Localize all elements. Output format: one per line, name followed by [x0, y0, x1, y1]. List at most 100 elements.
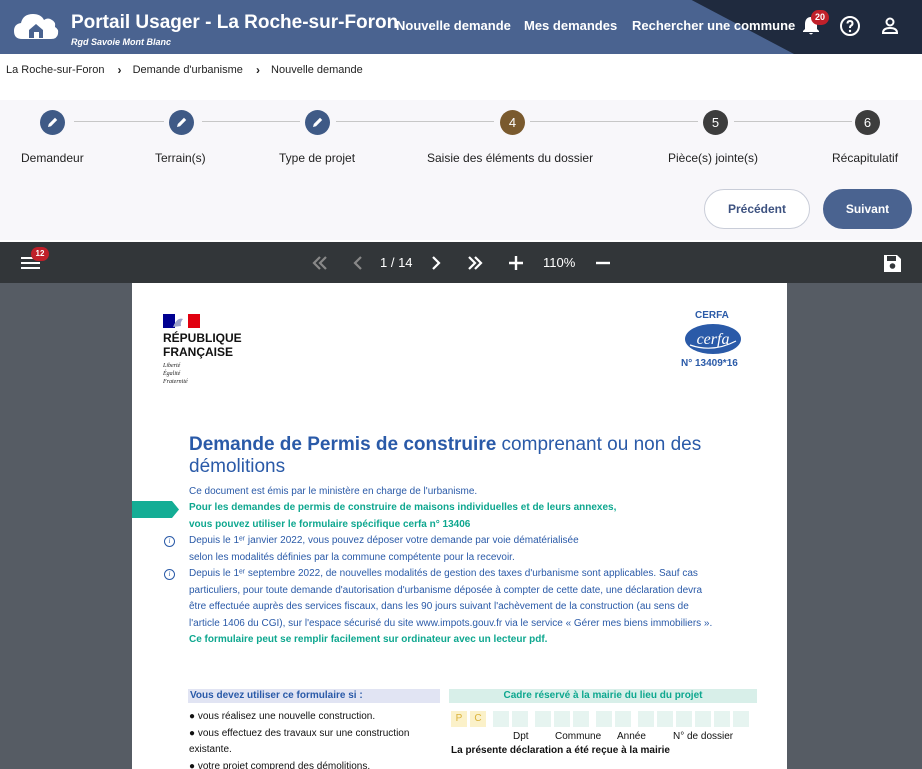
- pdf-toolbar: 12 1 / 14 110%: [0, 242, 922, 283]
- app-header: Portail Usager - La Roche-sur-Foron Rgd …: [0, 0, 922, 54]
- breadcrumb-item-commune[interactable]: La Roche-sur-Foron: [6, 64, 104, 76]
- republic-name: RÉPUBLIQUE FRANÇAISE: [163, 331, 242, 359]
- nav-rechercher-commune[interactable]: Rechercher une commune: [632, 18, 795, 33]
- usage-condition-item: ● vous effectuez des travaux sur une con…: [189, 728, 410, 739]
- step-3-circle[interactable]: [305, 110, 330, 135]
- pdf-page: RÉPUBLIQUE FRANÇAISE Liberté Égalité Fra…: [132, 283, 787, 769]
- cell-p: P: [451, 711, 467, 727]
- cell-blank[interactable]: [714, 711, 730, 727]
- cloud-home-logo-icon[interactable]: [12, 9, 60, 45]
- pencil-icon: [48, 117, 58, 127]
- notification-badge: 20: [811, 10, 829, 25]
- pencil-icon: [313, 117, 323, 127]
- document-title: Demande de Permis de construire comprena…: [189, 434, 749, 478]
- nav-nouvelle-demande[interactable]: Nouvelle demande: [396, 18, 511, 33]
- app-subtitle: Rgd Savoie Mont Blanc: [71, 37, 172, 47]
- step-label-pieces[interactable]: Pièce(s) jointe(s): [668, 151, 758, 165]
- chevron-right-icon: ›: [255, 63, 260, 77]
- step-label-demandeur[interactable]: Demandeur: [21, 151, 84, 165]
- label-annee: Année: [617, 731, 646, 742]
- breadcrumb-item-demande[interactable]: Demande d'urbanisme: [133, 64, 243, 76]
- step-1-circle[interactable]: [40, 110, 65, 135]
- cell-blank[interactable]: [512, 711, 528, 727]
- received-statement: La présente déclaration a été reçue à la…: [451, 745, 670, 756]
- document-title-bold: Demande de Permis de construire: [189, 434, 497, 455]
- cell-blank[interactable]: [554, 711, 570, 727]
- cell-blank[interactable]: [596, 711, 612, 727]
- usage-condition-item: ● vous réalisez une nouvelle constructio…: [189, 711, 376, 722]
- breadcrumb: La Roche-sur-Foron › Demande d'urbanisme…: [6, 63, 363, 77]
- next-page-icon[interactable]: [427, 252, 445, 274]
- intro-text: Ce document est émis par le ministère en…: [189, 486, 478, 497]
- info-taxes-1: Depuis le 1ᵉʳ septembre 2022, de nouvell…: [189, 568, 698, 579]
- cell-blank[interactable]: [615, 711, 631, 727]
- cell-c: C: [470, 711, 486, 727]
- breadcrumb-item-current: Nouvelle demande: [271, 64, 363, 76]
- step-label-type-projet[interactable]: Type de projet: [279, 151, 355, 165]
- arrow-marker-icon: [132, 501, 179, 518]
- step-6-circle[interactable]: 6: [855, 110, 880, 135]
- step-label-recap[interactable]: Récapitulatif: [832, 151, 898, 165]
- mairie-box-heading: Cadre réservé à la mairie du lieu du pro…: [449, 689, 757, 703]
- zoom-in-icon[interactable]: [505, 252, 527, 274]
- help-icon[interactable]: [838, 14, 862, 38]
- pencil-icon: [177, 117, 187, 127]
- label-dpt: Dpt: [513, 731, 529, 742]
- step-connector: [530, 121, 698, 122]
- nav-mes-demandes[interactable]: Mes demandes: [524, 18, 617, 33]
- step-connector: [74, 121, 164, 122]
- info-dematerialisation-2: selon les modalités définies par la comm…: [189, 552, 515, 563]
- previous-button[interactable]: Précédent: [704, 189, 810, 229]
- motto-fraternite: Fraternité: [163, 379, 188, 385]
- dossier-number-cells: P C: [449, 711, 757, 727]
- user-icon[interactable]: [878, 14, 902, 38]
- zoom-out-icon[interactable]: [592, 252, 614, 274]
- info-icon: i: [164, 569, 175, 580]
- info-dematerialisation-1: Depuis le 1ᵉʳ janvier 2022, vous pouvez …: [189, 535, 579, 546]
- notice-maisons-individuelles: Pour les demandes de permis de construir…: [189, 502, 617, 513]
- motto-egalite: Égalité: [163, 371, 181, 377]
- last-page-icon[interactable]: [464, 252, 486, 274]
- marianne-logo-icon: [163, 314, 200, 328]
- republic-motto: Liberté Égalité Fraternité: [163, 362, 188, 386]
- previous-page-icon[interactable]: [349, 252, 367, 274]
- usage-conditions-heading: Vous devez utiliser ce formulaire si :: [188, 689, 440, 703]
- notice-remplir-pdf: Ce formulaire peut se remplir facilement…: [189, 634, 548, 645]
- step-2-circle[interactable]: [169, 110, 194, 135]
- cell-blank[interactable]: [676, 711, 692, 727]
- page-indicator: 1 / 14: [380, 255, 413, 270]
- cerfa-logo-text: cerfa: [697, 331, 730, 348]
- motto-liberte: Liberté: [163, 363, 181, 369]
- cell-blank[interactable]: [733, 711, 749, 727]
- info-taxes-3: être effectuée auprès des services fisca…: [189, 601, 689, 612]
- cerfa-label: CERFA: [695, 310, 729, 321]
- first-page-icon[interactable]: [309, 252, 331, 274]
- usage-condition-item: existante.: [189, 744, 232, 755]
- info-taxes-4: l'article 1406 du CGI), sur l'espace séc…: [189, 618, 713, 629]
- cerfa-logo-icon: cerfa: [685, 324, 741, 354]
- step-4-circle[interactable]: 4: [500, 110, 525, 135]
- cell-blank[interactable]: [573, 711, 589, 727]
- step-label-terrain[interactable]: Terrain(s): [155, 151, 206, 165]
- step-label-saisie[interactable]: Saisie des éléments du dossier: [427, 151, 593, 165]
- cell-blank[interactable]: [695, 711, 711, 727]
- notice-cerfa-13406: vous pouvez utiliser le formulaire spéci…: [189, 519, 471, 530]
- next-button[interactable]: Suivant: [823, 189, 912, 229]
- cell-blank[interactable]: [638, 711, 654, 727]
- cell-blank[interactable]: [535, 711, 551, 727]
- step-connector: [734, 121, 852, 122]
- step-connector: [336, 121, 494, 122]
- info-taxes-2: particuliers, pour toute demande d'autor…: [189, 585, 703, 596]
- step-connector: [202, 121, 300, 122]
- pdf-viewport[interactable]: RÉPUBLIQUE FRANÇAISE Liberté Égalité Fra…: [0, 283, 922, 769]
- step-5-circle[interactable]: 5: [703, 110, 728, 135]
- cerfa-number: N° 13409*16: [681, 358, 738, 369]
- chevron-right-icon: ›: [117, 63, 122, 77]
- usage-condition-item: ● votre projet comprend des démolitions.: [189, 761, 371, 769]
- label-dossier: N° de dossier: [673, 731, 734, 742]
- cell-blank[interactable]: [657, 711, 673, 727]
- info-icon: i: [164, 536, 175, 547]
- save-icon[interactable]: [881, 252, 903, 274]
- cell-blank[interactable]: [493, 711, 509, 727]
- zoom-level[interactable]: 110%: [543, 255, 575, 270]
